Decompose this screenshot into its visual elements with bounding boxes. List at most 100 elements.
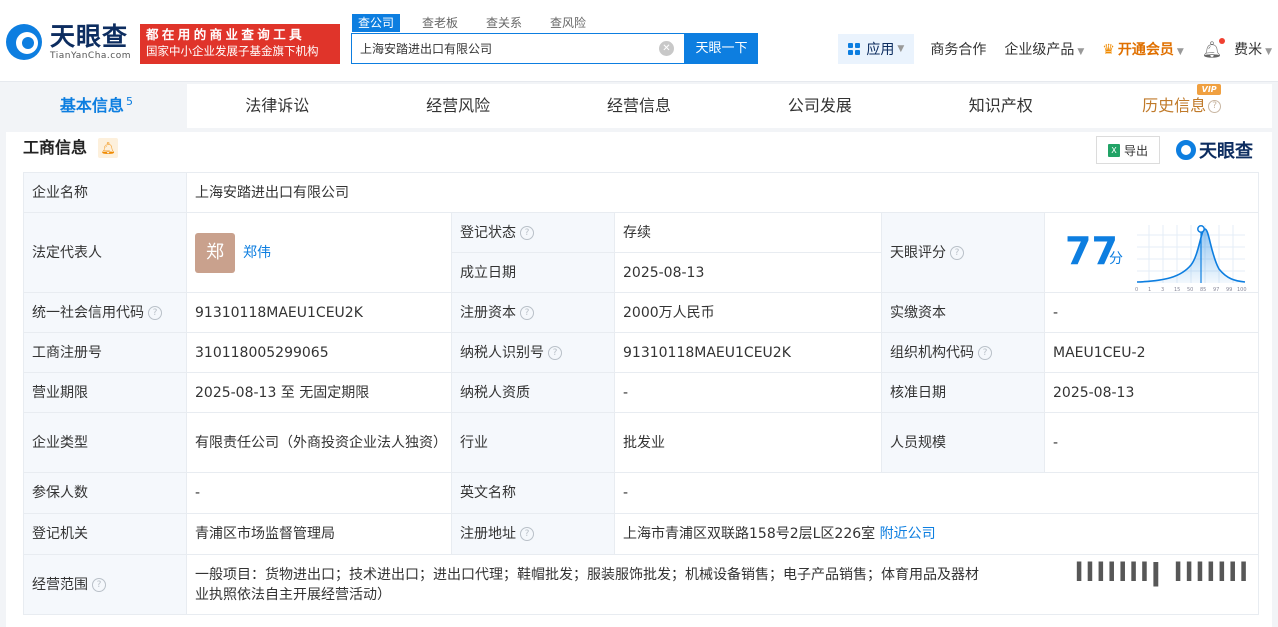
score-tick: 15 <box>1174 287 1180 293</box>
score-tick: 100 <box>1237 287 1247 293</box>
score-tick: 97 <box>1213 287 1219 293</box>
authority-label: 登记机关 <box>23 513 187 555</box>
grid-icon <box>848 43 861 55</box>
founded-value: 2025-08-13 <box>614 252 882 293</box>
score-cell[interactable]: 77 分 0 1 3 15 50 85 97 99 100 <box>1043 212 1260 293</box>
tab-operation[interactable]: 经营信息 <box>549 84 730 128</box>
export-button[interactable]: X 导出 <box>1096 136 1160 164</box>
tab-label: 基本信息 <box>59 96 124 115</box>
tab-legal[interactable]: 法律诉讼 <box>187 84 368 128</box>
help-icon[interactable]: ? <box>950 245 964 260</box>
tab-ip[interactable]: 知识产权 <box>910 84 1091 128</box>
slogan-banner: 都在用的商业查询工具 国家中小企业发展子基金旗下机构 <box>140 24 340 64</box>
search-tab-company[interactable]: 查公司 <box>352 14 401 32</box>
scope-cell: 一般项目：货物进出口；技术进出口；进出口代理；鞋帽批发；服装服饰批发；机械设备销… <box>185 554 1260 615</box>
help-icon[interactable]: ? <box>520 305 534 320</box>
table-row: 参保人数 - 英文名称 - <box>23 472 1260 514</box>
business-info-panel: 工商信息 🔔︎ X 导出 天眼查 企业名称 上海安踏进出口有限公司 法定代表人 … <box>6 132 1272 627</box>
taxpayer-id-label: 纳税人识别号 <box>460 344 544 361</box>
help-icon[interactable]: ? <box>978 345 992 360</box>
insured-label: 参保人数 <box>23 472 187 514</box>
vip-menu[interactable]: ♛ 开通会员 ▼ <box>1102 39 1183 59</box>
table-row: 统一社会信用代码? 91310118MAEU1CEU2K 注册资本? 2000万… <box>23 292 1260 333</box>
apps-button[interactable]: 应用 ▼ <box>838 34 915 64</box>
monitor-bell-icon[interactable]: 🔔︎ <box>98 138 118 158</box>
scope-label: 经营范围 <box>32 576 88 593</box>
logo-domain: TianYanCha.com <box>50 51 132 61</box>
org-code-label-cell: 组织机构代码? <box>881 332 1045 373</box>
search-input[interactable] <box>352 34 652 63</box>
avatar[interactable]: 郑 <box>195 232 235 273</box>
reg-status-value: 存续 <box>614 212 882 253</box>
top-header: 天眼查 TianYanCha.com 都在用的商业查询工具 国家中小企业发展子基… <box>0 0 1278 82</box>
reg-capital-label-cell: 注册资本? <box>451 292 615 333</box>
business-info-table: 企业名称 上海安踏进出口有限公司 法定代表人 郑郑伟 登记状态? 存续 天眼评分… <box>23 172 1260 615</box>
score-tick: 85 <box>1200 287 1206 293</box>
reg-no-label: 工商注册号 <box>23 332 187 373</box>
address-label: 注册地址 <box>460 526 516 542</box>
industry-value: 批发业 <box>614 412 882 473</box>
type-value: 有限责任公司（外商投资企业法人独资） <box>186 412 452 473</box>
notification-button[interactable]: 🔔︎ <box>1202 37 1226 59</box>
enterprise-menu[interactable]: 企业级产品 ▼ <box>1004 39 1084 59</box>
export-label: 导出 <box>1123 143 1148 158</box>
authority-value: 青浦区市场监督管理局 <box>186 513 452 555</box>
score-label-cell: 天眼评分? <box>881 212 1045 293</box>
vip-badge: VIP <box>1197 84 1222 95</box>
tab-business-risk[interactable]: 经营风险 <box>368 84 549 128</box>
help-icon[interactable]: ? <box>520 527 534 541</box>
score-tick: 99 <box>1226 287 1232 293</box>
search-box: ✕ <box>351 33 685 64</box>
score-tick: 1 <box>1148 287 1151 293</box>
help-icon[interactable]: ? <box>92 577 106 592</box>
search-tab-risk[interactable]: 查风险 <box>544 14 592 32</box>
approved-value: 2025-08-13 <box>1043 372 1260 413</box>
term-label: 营业期限 <box>23 372 187 413</box>
type-label: 企业类型 <box>23 412 187 473</box>
table-row: 企业名称 上海安踏进出口有限公司 <box>23 172 1260 213</box>
business-link[interactable]: 商务合作 <box>930 39 986 59</box>
company-name-label: 企业名称 <box>23 172 187 213</box>
table-row: 法定代表人 郑郑伟 登记状态? 存续 天眼评分? 77 分 0 1 3 15 5… <box>23 212 1260 293</box>
panel-title: 工商信息 <box>23 138 88 157</box>
reg-no-value: 310118005299065 <box>186 332 452 373</box>
staff-label: 人员规模 <box>881 412 1045 473</box>
tianyancha-logo[interactable]: 天眼查 TianYanCha.com <box>6 22 131 62</box>
score-tick: 0 <box>1135 287 1138 293</box>
logo-eye-icon <box>6 22 46 62</box>
chevron-down-icon: ▼ <box>897 44 905 54</box>
legal-rep-label: 法定代表人 <box>23 212 187 293</box>
term-value: 2025-08-13 至 无固定期限 <box>186 372 452 413</box>
slogan-line1: 都在用的商业查询工具 <box>146 27 306 42</box>
notification-dot <box>1219 37 1226 44</box>
reg-status-label-cell: 登记状态? <box>451 212 615 253</box>
tab-count: 5 <box>125 95 133 108</box>
help-icon[interactable]: ? <box>1208 100 1222 113</box>
table-row: 经营范围? 一般项目：货物进出口；技术进出口；进出口代理；鞋帽批发；服装服饰批发… <box>23 554 1260 615</box>
nearby-companies-link[interactable]: 附近公司 <box>880 526 936 542</box>
table-row: 营业期限 2025-08-13 至 无固定期限 纳税人资质 - 核准日期 202… <box>23 372 1260 413</box>
user-menu[interactable]: 费米 ▼ <box>1234 39 1272 59</box>
search-tab-boss[interactable]: 查老板 <box>416 14 464 32</box>
search-tab-relation[interactable]: 查关系 <box>480 14 528 32</box>
reg-status-label: 登记状态 <box>460 224 516 241</box>
brand-name: 天眼查 <box>1199 141 1253 162</box>
table-row: 企业类型 有限责任公司（外商投资企业法人独资） 行业 批发业 人员规模 - <box>23 412 1260 473</box>
help-icon[interactable]: ? <box>548 345 562 360</box>
clear-icon[interactable]: ✕ <box>659 41 674 56</box>
reg-capital-value: 2000万人民币 <box>614 292 882 333</box>
legal-rep-link[interactable]: 郑伟 <box>243 245 271 261</box>
tab-history[interactable]: VIP 历史信息? <box>1091 84 1272 128</box>
address-value: 上海市青浦区双联路158号2层L区226室 <box>623 526 876 542</box>
tab-development[interactable]: 公司发展 <box>729 84 910 128</box>
help-icon[interactable]: ? <box>148 305 162 320</box>
en-name-value: - <box>613 472 1260 514</box>
address-label-cell: 注册地址? <box>451 513 615 555</box>
org-code-label: 组织机构代码 <box>890 344 974 361</box>
company-name-value: 上海安踏进出口有限公司 <box>185 172 1260 213</box>
taxpayer-qual-label: 纳税人资质 <box>451 372 615 413</box>
vip-label: 开通会员 <box>1117 42 1174 58</box>
tab-basic-info[interactable]: 基本信息 5 <box>6 84 187 128</box>
help-icon[interactable]: ? <box>520 225 534 240</box>
search-button[interactable]: 天眼一下 <box>685 33 758 64</box>
